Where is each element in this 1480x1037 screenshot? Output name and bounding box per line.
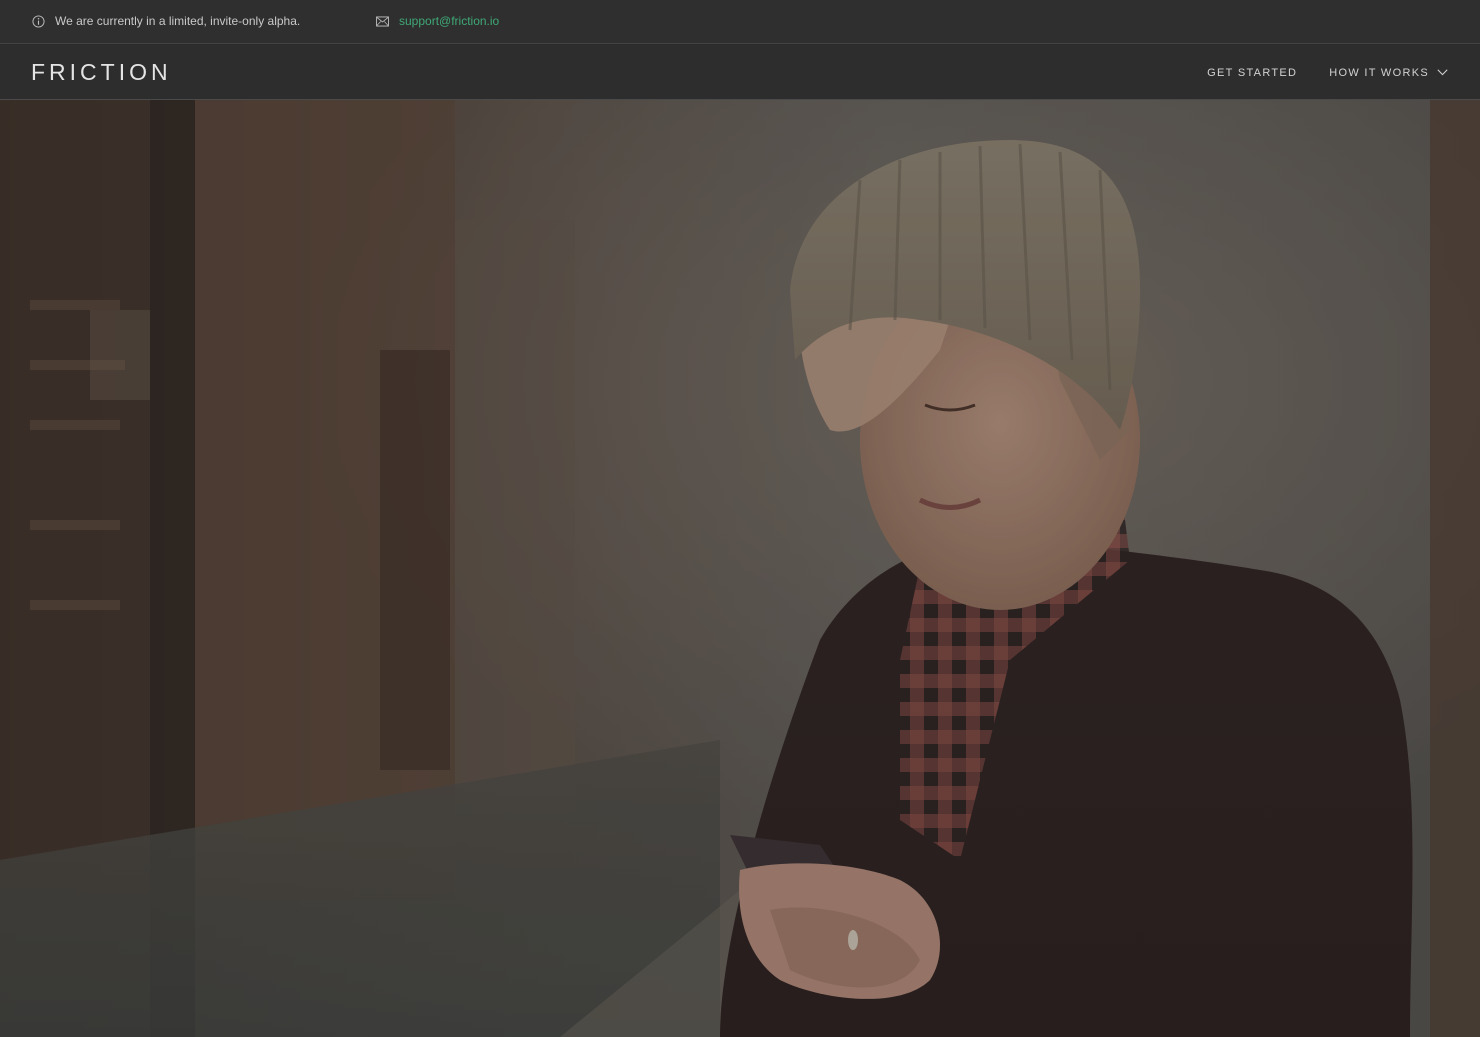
nav-get-started[interactable]: GET STARTED [1207, 67, 1297, 79]
info-bar: We are currently in a limited, invite-on… [0, 0, 1480, 44]
hero-image [0, 100, 1480, 1037]
info-circle-icon [32, 14, 45, 28]
nav-get-started-label: GET STARTED [1207, 66, 1298, 79]
hero-photo-woman-with-phone [0, 100, 1480, 1037]
alpha-notice-text: We are currently in a limited, invite-on… [55, 14, 301, 28]
nav-how-it-works-label: HOW IT WORKS [1329, 66, 1429, 79]
chevron-down-icon [1437, 69, 1448, 76]
envelope-icon [376, 15, 389, 27]
support-contact: support@friction.io [376, 14, 499, 28]
nav-how-it-works[interactable]: HOW IT WORKS [1329, 67, 1448, 79]
alpha-notice: We are currently in a limited, invite-on… [32, 14, 300, 28]
support-email-link[interactable]: support@friction.io [399, 14, 499, 28]
main-navbar: FRICTION GET STARTED HOW IT WORKS [0, 45, 1480, 100]
brand-logo[interactable]: FRICTION [31, 59, 172, 86]
nav-links: GET STARTED HOW IT WORKS [1175, 45, 1448, 100]
